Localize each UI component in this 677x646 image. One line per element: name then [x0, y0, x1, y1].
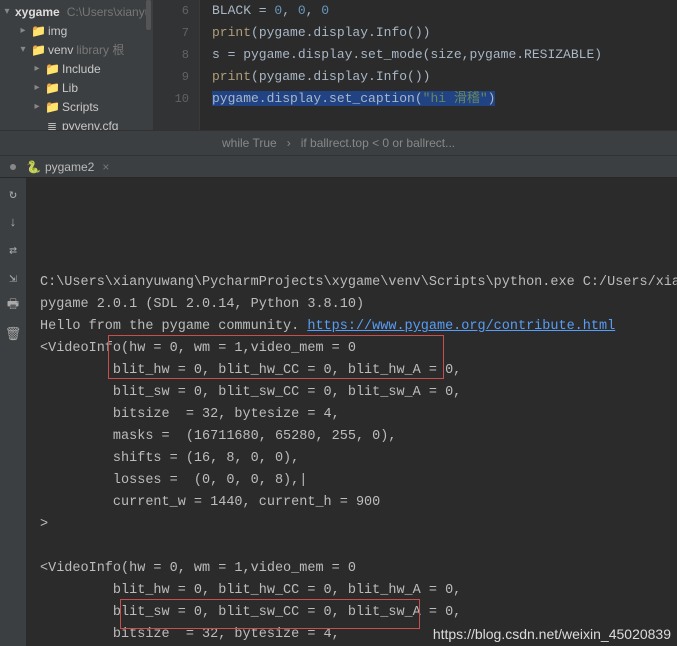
console-line: pygame 2.0.1 (SDL 2.0.14, Python 3.8.10) — [40, 294, 677, 316]
console-line: current_w = 1440, current_h = 900 — [40, 492, 677, 514]
console-line: <VideoInfo(hw = 0, wm = 1,video_mem = 0 — [40, 558, 677, 580]
project-tree[interactable]: ▾ xygame C:\Users\xianyu ▸📁img▾📁venv lib… — [0, 0, 154, 130]
file-icon: ≣ — [45, 119, 59, 131]
console-link[interactable]: https://www.pygame.org/contribute.html — [307, 319, 615, 334]
caret-down-icon[interactable]: ▾ — [18, 44, 28, 55]
console-line: blit_sw = 0, blit_sw_CC = 0, blit_sw_A =… — [40, 382, 677, 404]
tree-item[interactable]: ▾📁venv library 根 — [0, 40, 153, 59]
tree-item-label: venv — [48, 43, 73, 57]
folder-icon: 📁 — [31, 24, 45, 38]
tree-item-note: library 根 — [76, 41, 124, 58]
line-number: 10 — [154, 88, 189, 110]
tree-item[interactable]: ▸📁Lib — [0, 78, 153, 97]
tree-item[interactable]: ▸📁Include — [0, 59, 153, 78]
console-line: > — [40, 514, 677, 536]
console-line: shifts = (16, 8, 0, 0), — [40, 448, 677, 470]
console-line: masks = (16711680, 65280, 255, 0), — [40, 426, 677, 448]
line-number: 8 — [154, 44, 189, 66]
code-line[interactable]: print(pygame.display.Info()) — [212, 22, 677, 44]
tree-item-label: Include — [62, 62, 101, 76]
tree-item[interactable]: ▸📁img — [0, 21, 153, 40]
tree-item-label: img — [48, 24, 67, 38]
highlight-box — [108, 335, 444, 379]
caret-right-icon[interactable]: ▸ — [32, 63, 42, 74]
console-line: losses = (0, 0, 0, 8),| — [40, 470, 677, 492]
caret-right-icon[interactable]: ▸ — [32, 82, 42, 93]
caret-right-icon[interactable]: ▸ — [32, 101, 42, 112]
folder-icon: 📁 — [31, 43, 45, 57]
watermark: https://blog.csdn.net/weixin_45020839 — [433, 626, 671, 642]
scroll-to-end-icon[interactable]: ⇲ — [5, 270, 21, 286]
rerun-icon[interactable]: ↻ — [5, 186, 21, 202]
breadcrumb-item[interactable]: while True — [222, 136, 277, 150]
line-number: 9 — [154, 66, 189, 88]
tree-item-label: Scripts — [62, 100, 99, 114]
tree-item[interactable]: ≣pyvenv.cfg — [0, 116, 153, 130]
highlight-box — [120, 599, 420, 629]
folder-icon: 📁 — [45, 81, 59, 95]
editor-gutter: 678910 — [154, 0, 200, 130]
run-toolwindow-header: 🐍 pygame2 × — [0, 156, 677, 178]
project-root-path: C:\Users\xianyu — [67, 5, 152, 19]
project-root[interactable]: xygame — [15, 5, 60, 19]
tree-scrollbar[interactable] — [146, 0, 151, 30]
code-line[interactable]: BLACK = 0, 0, 0 — [212, 0, 677, 22]
console-line: C:\Users\xianyuwang\PycharmProjects\xyga… — [40, 272, 677, 294]
caret-down-icon[interactable]: ▾ — [2, 6, 12, 17]
folder-icon: 📁 — [45, 100, 59, 114]
tree-item-label: pyvenv.cfg — [62, 119, 118, 131]
stop-icon[interactable]: ↓ — [5, 214, 21, 230]
line-number: 6 — [154, 0, 189, 22]
toggle-soft-wrap-icon[interactable]: ⇄ — [5, 242, 21, 258]
print-icon[interactable]: 🖶 — [5, 298, 21, 314]
run-status-icon — [10, 164, 16, 170]
code-line[interactable]: s = pygame.display.set_mode(size,pygame.… — [212, 44, 677, 66]
chevron-right-icon: › — [287, 136, 291, 150]
console-line — [40, 536, 677, 558]
code-editor[interactable]: 678910 BLACK = 0, 0, 0print(pygame.displ… — [154, 0, 677, 130]
run-console[interactable]: C:\Users\xianyuwang\PycharmProjects\xyga… — [26, 178, 677, 646]
run-toolbar: ↻ ↓ ⇄ ⇲ 🖶 🗑 — [0, 178, 26, 646]
folder-icon: 📁 — [45, 62, 59, 76]
line-number: 7 — [154, 22, 189, 44]
tree-item-label: Lib — [62, 81, 78, 95]
code-line[interactable]: pygame.display.set_caption("hi 滑稽") — [212, 88, 677, 110]
breadcrumb-item[interactable]: if ballrect.top < 0 or ballrect... — [301, 136, 455, 150]
run-tab[interactable]: 🐍 pygame2 × — [26, 160, 109, 174]
run-tab-label: pygame2 — [45, 160, 94, 174]
delete-icon[interactable]: 🗑 — [5, 326, 21, 342]
breadcrumb[interactable]: while True › if ballrect.top < 0 or ball… — [0, 130, 677, 156]
close-icon[interactable]: × — [102, 160, 109, 174]
code-line[interactable]: print(pygame.display.Info()) — [212, 66, 677, 88]
console-line: bitsize = 32, bytesize = 4, — [40, 404, 677, 426]
tree-item[interactable]: ▸📁Scripts — [0, 97, 153, 116]
caret-right-icon[interactable]: ▸ — [18, 25, 28, 36]
